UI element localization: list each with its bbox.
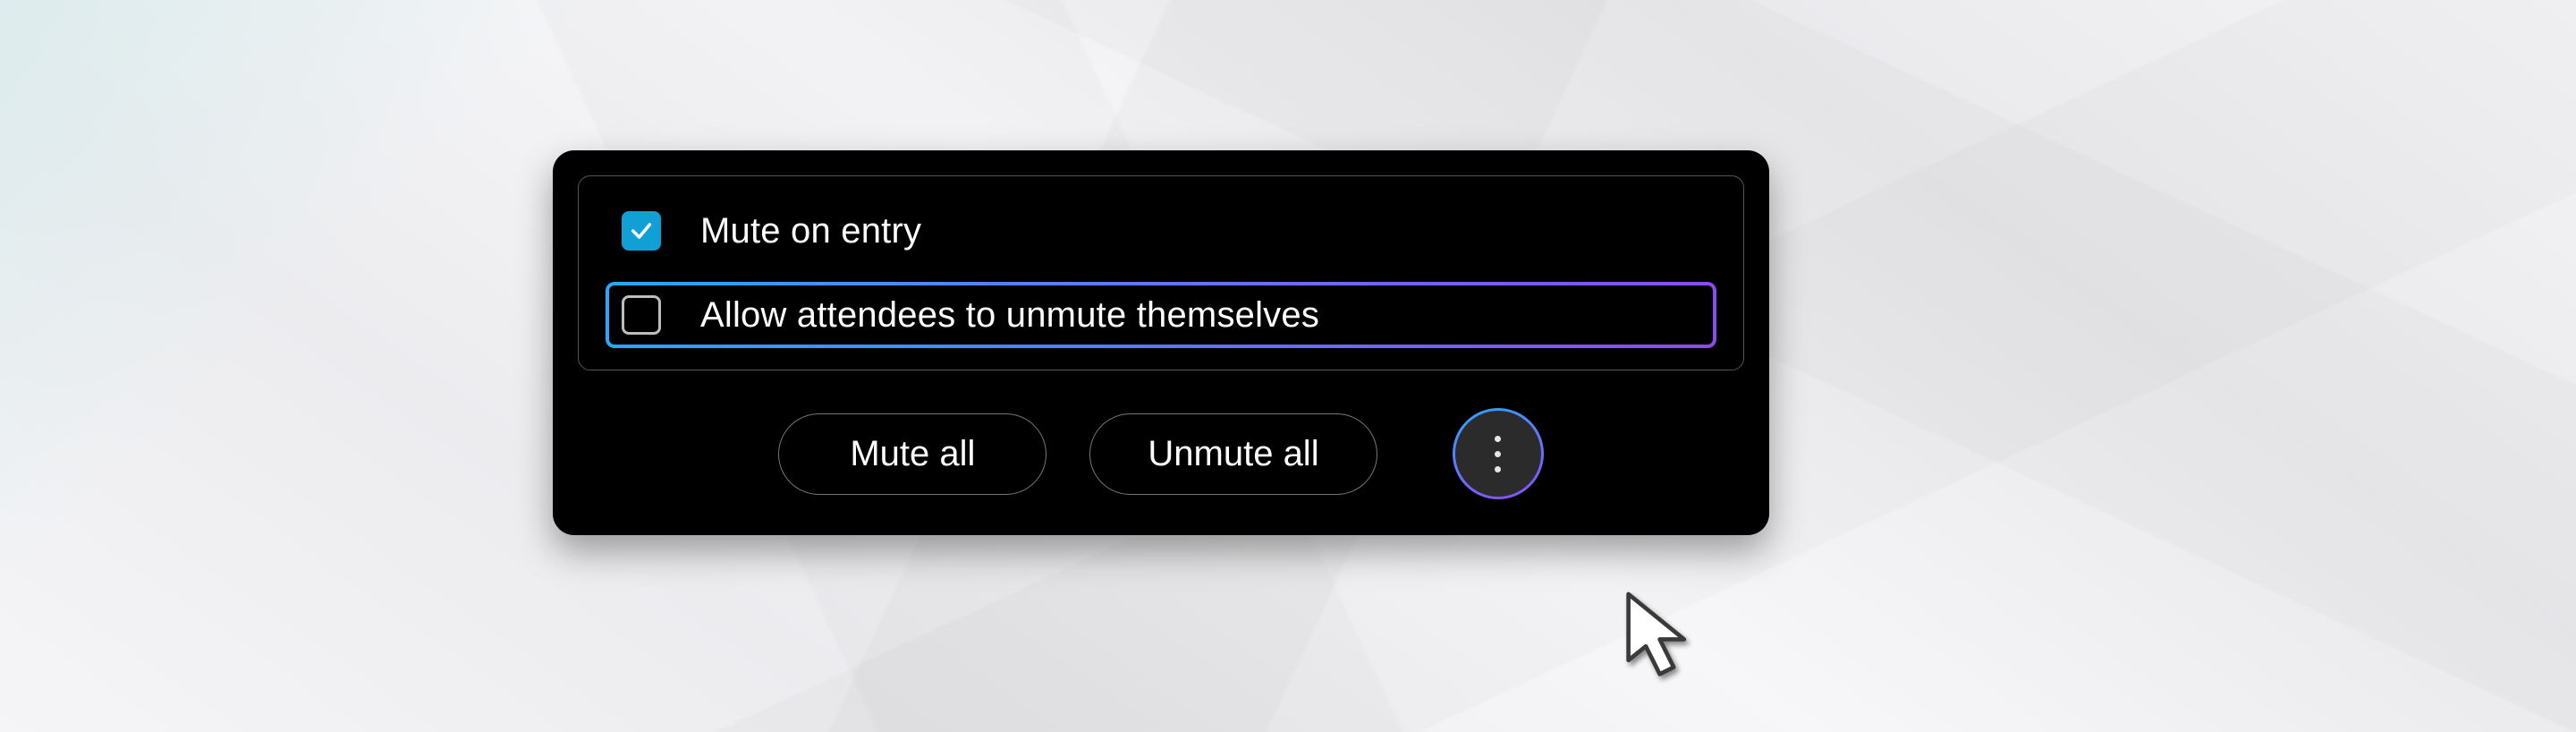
checkbox-mute-on-entry[interactable]: [622, 211, 661, 251]
checkbox-allow-unmute[interactable]: [622, 295, 661, 335]
mute-options-popup: Mute on entry Allow attendees to unmute …: [553, 150, 1769, 535]
more-options-button[interactable]: [1453, 408, 1544, 499]
option-label: Mute on entry: [700, 211, 921, 251]
cursor-pointer-icon: [1621, 591, 1706, 685]
action-button-row: Mute all Unmute all: [578, 408, 1744, 503]
option-mute-on-entry[interactable]: Mute on entry: [606, 198, 1716, 264]
dot-icon: [1495, 466, 1501, 472]
mute-all-button[interactable]: Mute all: [778, 413, 1046, 495]
dot-icon: [1495, 451, 1501, 457]
option-allow-unmute[interactable]: Allow attendees to unmute themselves: [606, 282, 1716, 348]
option-label: Allow attendees to unmute themselves: [700, 295, 1319, 336]
checkmark-icon: [629, 218, 654, 243]
unmute-all-button[interactable]: Unmute all: [1089, 413, 1377, 495]
dot-icon: [1495, 436, 1501, 442]
options-group: Mute on entry Allow attendees to unmute …: [578, 175, 1744, 370]
